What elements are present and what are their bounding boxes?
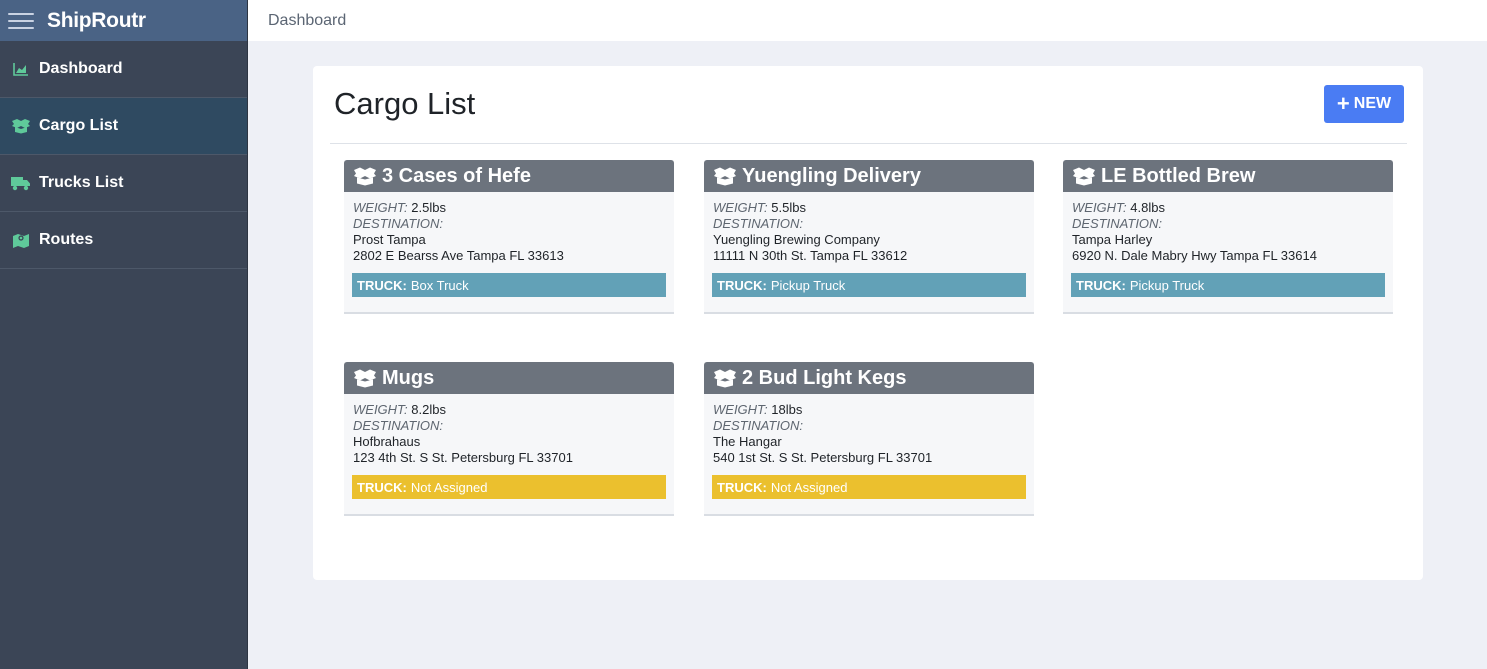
panel-header: Cargo List + NEW [330, 66, 1407, 144]
destination-address: 540 1st St. S St. Petersburg FL 33701 [713, 450, 933, 465]
weight-value: 18lbs [771, 402, 803, 417]
truck-value: Box Truck [410, 277, 469, 293]
cargo-card: 3 Cases of Hefe WEIGHT: 2.5lbs DESTINATI… [344, 160, 674, 314]
sidebar-item-cargo-list[interactable]: Cargo List [0, 98, 247, 155]
truck-value: Pickup Truck [1129, 277, 1205, 293]
destination-name: The Hangar [713, 434, 782, 449]
truck-label: TRUCK: [717, 277, 767, 293]
destination-name: Yuengling Brewing Company [713, 232, 880, 247]
box-open-icon [10, 117, 32, 135]
weight-label: WEIGHT: [353, 402, 408, 417]
truck-value: Pickup Truck [770, 277, 846, 293]
destination-label: DESTINATION: [353, 418, 444, 433]
cargo-card: 2 Bud Light Kegs WEIGHT: 18lbs DESTINATI… [704, 362, 1034, 516]
box-open-icon [714, 167, 736, 186]
destination-name: Hofbrahaus [353, 434, 421, 449]
plus-icon: + [1336, 91, 1350, 116]
cargo-card: Yuengling Delivery WEIGHT: 5.5lbs DESTIN… [704, 160, 1034, 314]
cargo-details: WEIGHT: 2.5lbs DESTINATION: Prost Tampa … [344, 192, 674, 264]
cargo-details: WEIGHT: 4.8lbs DESTINATION: Tampa Harley… [1063, 192, 1393, 264]
destination-name: Tampa Harley [1072, 232, 1153, 247]
truck-label: TRUCK: [1076, 277, 1126, 293]
sidebar-item-label: Trucks List [39, 174, 124, 191]
box-open-icon [354, 167, 376, 186]
truck-status-bar[interactable]: TRUCK: Not Assigned [712, 475, 1026, 499]
box-open-icon [714, 369, 736, 388]
truck-label: TRUCK: [357, 479, 407, 495]
cargo-card: LE Bottled Brew WEIGHT: 4.8lbs DESTINATI… [1063, 160, 1393, 314]
destination-label: DESTINATION: [353, 216, 444, 231]
cargo-list-panel: Cargo List + NEW 3 Cases of Hefe WEIGHT:… [313, 66, 1423, 580]
destination-label: DESTINATION: [713, 418, 804, 433]
destination-address: 6920 N. Dale Mabry Hwy Tampa FL 33614 [1072, 248, 1317, 263]
sidebar-item-trucks-list[interactable]: Trucks List [0, 155, 247, 212]
weight-value: 8.2lbs [411, 402, 446, 417]
truck-icon [10, 174, 32, 192]
cargo-details: WEIGHT: 18lbs DESTINATION: The Hangar 54… [704, 394, 1034, 466]
cargo-details: WEIGHT: 8.2lbs DESTINATION: Hofbrahaus 1… [344, 394, 674, 466]
weight-label: WEIGHT: [1072, 200, 1127, 215]
hamburger-menu-icon[interactable] [8, 12, 34, 29]
breadcrumb[interactable]: Dashboard [268, 12, 346, 30]
cargo-card-header[interactable]: 3 Cases of Hefe [344, 160, 674, 192]
top-bar: Dashboard [248, 0, 1487, 41]
truck-label: TRUCK: [717, 479, 767, 495]
truck-value: Not Assigned [770, 479, 848, 495]
truck-status-bar[interactable]: TRUCK: Pickup Truck [712, 273, 1026, 297]
cargo-card-header[interactable]: LE Bottled Brew [1063, 160, 1393, 192]
truck-status-bar[interactable]: TRUCK: Not Assigned [352, 475, 666, 499]
cargo-card: Mugs WEIGHT: 8.2lbs DESTINATION: Hofbrah… [344, 362, 674, 516]
map-icon [10, 231, 32, 249]
weight-value: 2.5lbs [411, 200, 446, 215]
truck-label: TRUCK: [357, 277, 407, 293]
sidebar-item-label: Routes [39, 231, 94, 248]
brand-bar: ShipRoutr [0, 0, 247, 41]
box-open-icon [1073, 167, 1095, 186]
page-title: Cargo List [334, 86, 476, 121]
cargo-name: 2 Bud Light Kegs [742, 366, 907, 389]
destination-address: 2802 E Bearss Ave Tampa FL 33613 [353, 248, 564, 263]
new-cargo-button[interactable]: + NEW [1324, 85, 1404, 123]
cargo-name: Yuengling Delivery [742, 164, 921, 187]
weight-value: 5.5lbs [771, 200, 806, 215]
weight-value: 4.8lbs [1130, 200, 1165, 215]
sidebar-item-label: Cargo List [39, 117, 119, 134]
app-logo-text[interactable]: ShipRoutr [47, 9, 146, 33]
box-open-icon [354, 369, 376, 388]
weight-label: WEIGHT: [353, 200, 408, 215]
new-button-label: NEW [1353, 95, 1392, 112]
sidebar-item-routes[interactable]: Routes [0, 212, 247, 269]
sidebar-item-dashboard[interactable]: Dashboard [0, 41, 247, 98]
cargo-card-header[interactable]: Mugs [344, 362, 674, 394]
cargo-card-header[interactable]: 2 Bud Light Kegs [704, 362, 1034, 394]
cargo-name: 3 Cases of Hefe [382, 164, 531, 187]
sidebar-item-label: Dashboard [39, 60, 123, 77]
cargo-name: LE Bottled Brew [1101, 164, 1256, 187]
sidebar: ShipRoutr Dashboard Cargo List Trucks Li… [0, 0, 248, 669]
truck-status-bar[interactable]: TRUCK: Box Truck [352, 273, 666, 297]
destination-address: 11111 N 30th St. Tampa FL 33612 [713, 248, 908, 263]
destination-label: DESTINATION: [1072, 216, 1163, 231]
destination-label: DESTINATION: [713, 216, 804, 231]
cargo-details: WEIGHT: 5.5lbs DESTINATION: Yuengling Br… [704, 192, 1034, 264]
destination-address: 123 4th St. S St. Petersburg FL 33701 [353, 450, 573, 465]
cargo-card-header[interactable]: Yuengling Delivery [704, 160, 1034, 192]
truck-status-bar[interactable]: TRUCK: Pickup Truck [1071, 273, 1385, 297]
cargo-name: Mugs [382, 366, 435, 389]
weight-label: WEIGHT: [713, 200, 768, 215]
weight-label: WEIGHT: [713, 402, 768, 417]
truck-value: Not Assigned [410, 479, 488, 495]
area-chart-icon [10, 60, 32, 78]
destination-name: Prost Tampa [353, 232, 426, 247]
